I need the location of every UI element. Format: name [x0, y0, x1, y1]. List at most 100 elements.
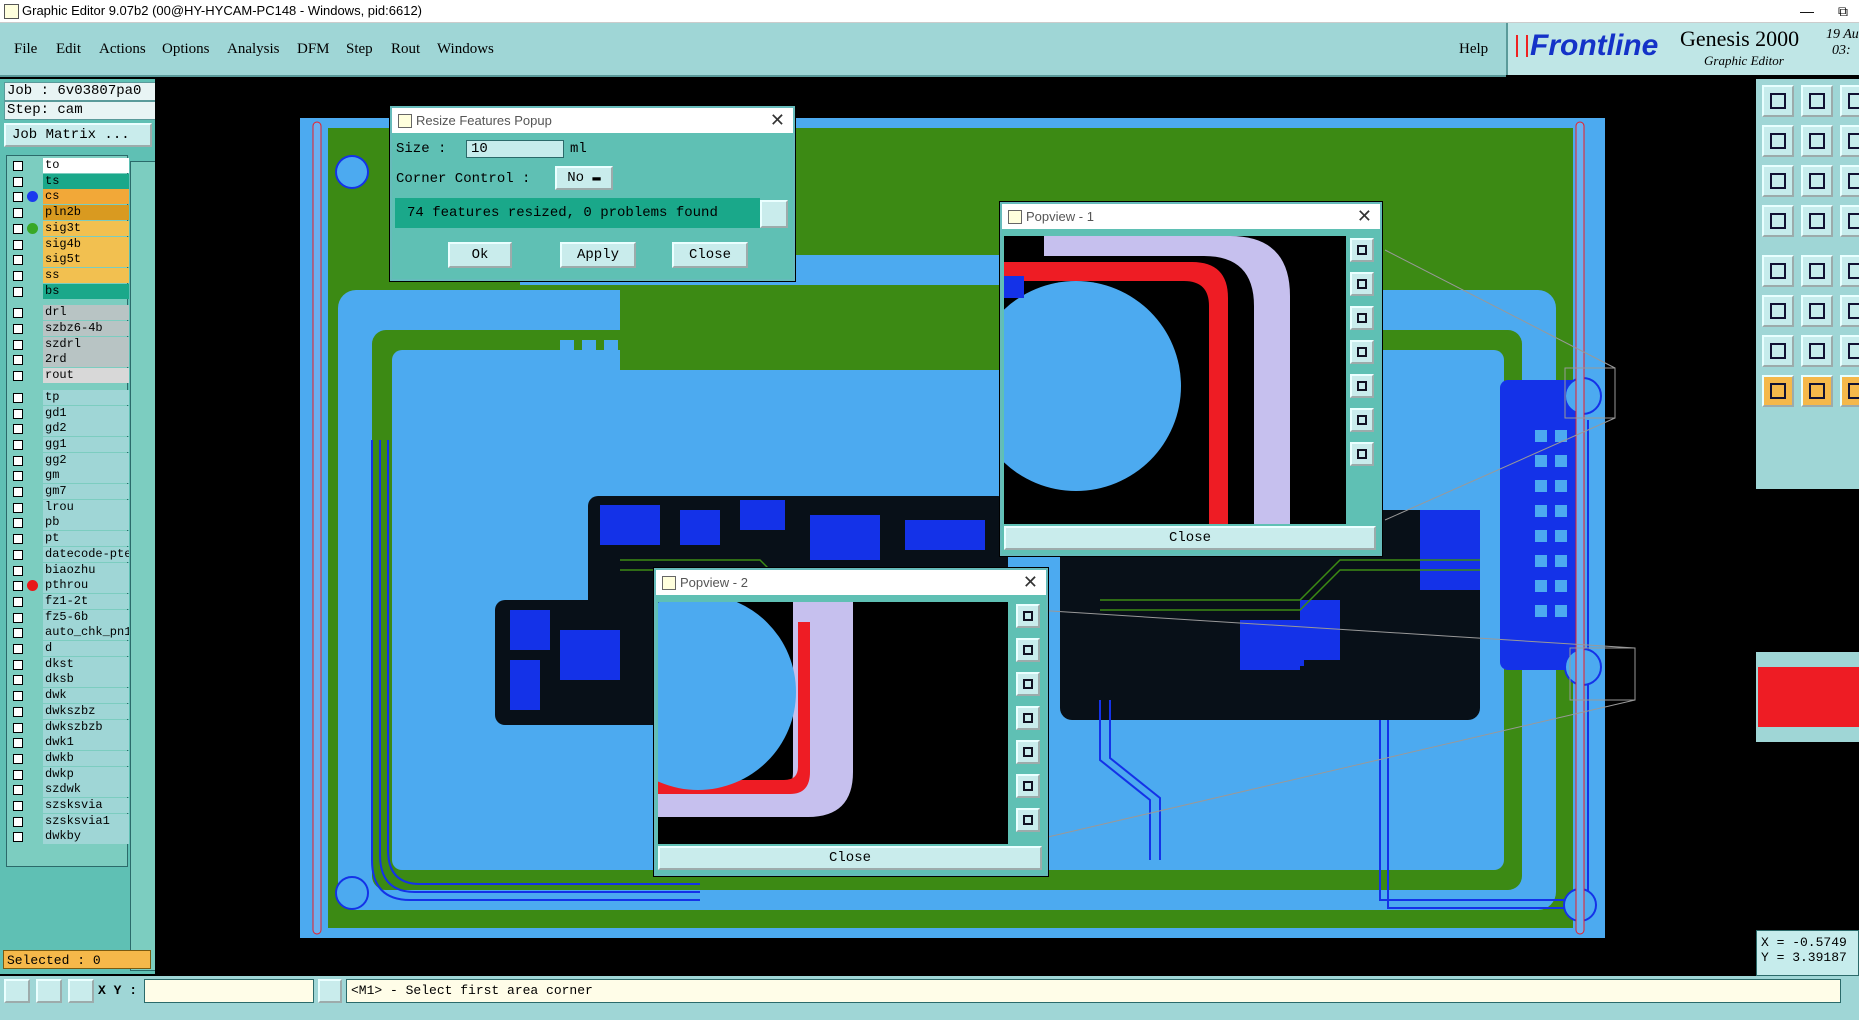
layer-name[interactable]: gm7 — [43, 484, 129, 499]
layer-row[interactable]: dwk — [9, 688, 129, 704]
layer-checkbox[interactable] — [13, 176, 23, 187]
layer-checkbox[interactable] — [13, 239, 23, 250]
apply-button[interactable]: Apply — [560, 242, 636, 268]
history-icon[interactable] — [760, 200, 788, 228]
layer-name[interactable]: pb — [43, 515, 129, 531]
layer-row[interactable]: gg2 — [9, 452, 129, 468]
layer-checkbox[interactable] — [13, 581, 23, 592]
layer-row[interactable]: dwkszbzb — [9, 719, 129, 735]
layer-name[interactable]: pt — [43, 531, 129, 547]
layer-name[interactable]: dkst — [43, 656, 129, 672]
layer-row[interactable]: szbz6-4b — [9, 321, 129, 336]
layer-row[interactable]: auto_chk_pn1 — [9, 625, 129, 641]
close-icon[interactable]: ✕ — [1357, 206, 1372, 227]
layer-row[interactable]: gd1 — [9, 405, 129, 421]
layer-row[interactable]: pt — [9, 531, 129, 547]
measure-icon[interactable] — [1801, 205, 1833, 237]
menu-dfm[interactable]: DFM — [297, 41, 330, 58]
layer-row[interactable]: datecode-pte — [9, 546, 129, 562]
area-icon[interactable] — [1762, 335, 1794, 367]
layer-checkbox[interactable] — [13, 596, 23, 607]
cross-icon[interactable] — [1801, 255, 1833, 287]
redraw-icon[interactable] — [1840, 125, 1859, 157]
layer-checkbox[interactable] — [13, 722, 23, 733]
layer-checkbox[interactable] — [13, 161, 23, 171]
connect-icon[interactable] — [1762, 255, 1794, 287]
menu-actions[interactable]: Actions — [99, 41, 146, 58]
popview-2-canvas[interactable] — [658, 602, 1008, 844]
polyline-icon[interactable] — [1840, 295, 1859, 327]
layer-row[interactable]: sig3t — [9, 220, 129, 236]
layer-name[interactable]: dwkp — [43, 766, 129, 782]
layer-checkbox[interactable] — [13, 208, 23, 219]
layer-row[interactable]: cs — [9, 189, 129, 205]
layer-name[interactable]: dwkb — [43, 750, 129, 766]
layer-row[interactable]: pthrou — [9, 578, 129, 594]
layer-name[interactable]: dwkszbzb — [43, 719, 129, 735]
layer-row[interactable]: lrou — [9, 499, 129, 515]
pan-left-icon[interactable] — [1016, 706, 1040, 730]
pan-left-icon[interactable] — [1762, 125, 1794, 157]
zoom-area-icon[interactable] — [1016, 774, 1040, 798]
route-icon[interactable] — [1840, 205, 1859, 237]
layer-name[interactable]: fz1-2t — [43, 593, 129, 609]
layer-row[interactable]: gm7 — [9, 484, 129, 499]
layer-name[interactable]: pthrou — [43, 578, 129, 594]
select-icon[interactable] — [1840, 335, 1859, 367]
layer-checkbox[interactable] — [13, 738, 23, 749]
layer-checkbox[interactable] — [13, 270, 23, 281]
layer-row[interactable]: to — [9, 158, 129, 173]
layer-row[interactable]: pb — [9, 515, 129, 531]
zoom-fit-icon[interactable] — [1016, 604, 1040, 628]
layer-checkbox[interactable] — [13, 339, 23, 350]
layer-row[interactable]: gg1 — [9, 436, 129, 452]
info-icon[interactable] — [318, 979, 342, 1003]
snap-icon[interactable] — [4, 979, 30, 1003]
layer-checkbox[interactable] — [13, 286, 23, 297]
feature-icon[interactable] — [1801, 295, 1833, 327]
center-icon[interactable] — [1016, 808, 1040, 832]
layer-checkbox[interactable] — [13, 675, 23, 686]
layer-checkbox[interactable] — [13, 439, 23, 450]
layer-checkbox[interactable] — [13, 801, 23, 811]
layer-checkbox[interactable] — [13, 408, 23, 419]
layer-name[interactable]: szsksvia1 — [43, 813, 129, 829]
layer-checkbox[interactable] — [13, 612, 23, 623]
tool-icon[interactable] — [1840, 375, 1859, 407]
layer-name[interactable]: gg2 — [43, 452, 129, 468]
layer-name[interactable]: to — [43, 158, 129, 173]
pan-right-icon[interactable] — [1350, 374, 1374, 398]
layer-row[interactable]: sig4b — [9, 236, 129, 252]
layer-row[interactable]: bs — [9, 283, 129, 299]
menu-step[interactable]: Step — [346, 41, 373, 58]
layer-name[interactable]: sig5t — [43, 252, 129, 268]
layer-row[interactable]: sig5t — [9, 252, 129, 268]
layer-name[interactable]: szdrl — [43, 336, 129, 352]
close-button[interactable]: Close — [672, 242, 748, 268]
layer-checkbox[interactable] — [13, 832, 23, 843]
layer-checkbox[interactable] — [13, 487, 23, 497]
layer-checkbox[interactable] — [13, 371, 23, 382]
line-icon[interactable] — [1840, 255, 1859, 287]
layer-row[interactable]: fz5-6b — [9, 609, 129, 625]
zoom-in-icon[interactable] — [1350, 272, 1374, 296]
layer-name[interactable]: gg1 — [43, 436, 129, 452]
zoom-area-icon[interactable] — [1350, 408, 1374, 432]
layer-name[interactable]: biaozhu — [43, 562, 129, 578]
pan-right-icon[interactable] — [1801, 125, 1833, 157]
zoom-out-icon[interactable] — [1350, 306, 1374, 330]
layer-checkbox[interactable] — [13, 785, 23, 796]
layer-row[interactable]: dwkby — [9, 829, 129, 845]
layer-name[interactable]: szdwk — [43, 782, 129, 798]
snapshot-icon[interactable] — [1801, 85, 1833, 117]
layer-checkbox[interactable] — [13, 223, 23, 234]
menu-rout[interactable]: Rout — [391, 41, 420, 58]
zoom-out-icon[interactable] — [1016, 672, 1040, 696]
layer-row[interactable]: dwkp — [9, 766, 129, 782]
layer-checkbox[interactable] — [13, 455, 23, 466]
layer-row[interactable]: ts — [9, 173, 129, 189]
zoom-icon[interactable] — [1840, 85, 1859, 117]
zoom-fit-icon[interactable] — [1762, 165, 1794, 197]
layer-name[interactable]: ts — [43, 173, 129, 189]
layer-name[interactable]: sig3t — [43, 220, 129, 236]
